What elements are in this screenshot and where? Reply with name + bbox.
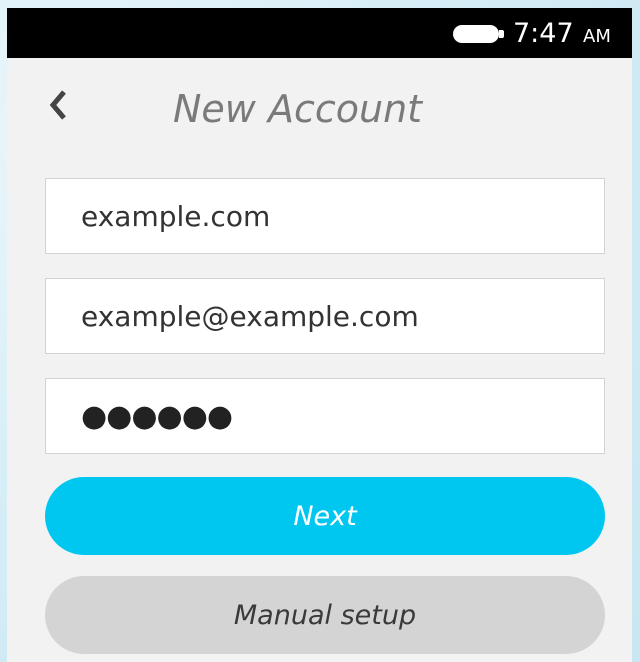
next-button[interactable]: Next [45,477,605,555]
back-button[interactable] [41,88,75,122]
domain-field[interactable]: example.com [45,178,605,254]
password-field[interactable]: ●●●●●● [45,378,605,454]
manual-setup-button[interactable]: Manual setup [45,576,605,654]
status-bar: 7:47 AM [7,8,632,58]
password-field-value: ●●●●●● [81,398,233,434]
header: New Account [7,58,632,158]
email-field-value: example@example.com [81,299,419,333]
clock-time: 7:47 [513,18,574,49]
battery-icon [453,25,504,43]
email-field[interactable]: example@example.com [45,278,605,354]
phone-screen: 7:47 AM New Account example.com example@… [7,8,632,662]
page-title: New Account [173,87,423,131]
clock-ampm: AM [583,26,611,47]
domain-field-value: example.com [81,199,271,233]
chevron-left-icon [49,90,66,120]
